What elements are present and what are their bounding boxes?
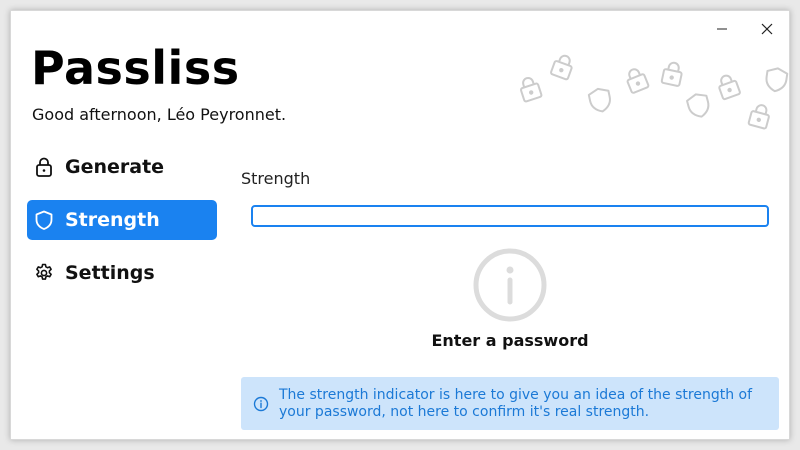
lock-icon <box>550 54 573 81</box>
close-icon <box>761 23 773 35</box>
password-input[interactable] <box>251 205 769 227</box>
sidebar-item-label: Strength <box>65 209 160 231</box>
info-message: The strength indicator is here to give y… <box>279 386 753 420</box>
strength-label: Strength <box>241 169 311 188</box>
lock-icon <box>718 74 741 101</box>
strength-status-text: Enter a password <box>431 331 589 350</box>
app-title: Passliss <box>31 41 240 95</box>
close-button[interactable] <box>749 17 785 41</box>
gear-icon <box>33 262 55 284</box>
minimize-icon <box>717 28 727 30</box>
info-icon <box>473 248 547 322</box>
sidebar-nav: Generate Strength Settings <box>27 147 217 306</box>
lock-icon <box>747 104 770 130</box>
lock-icon <box>626 68 650 94</box>
minimize-button[interactable] <box>704 17 740 41</box>
app-window: Passliss Good afternoon, Léo Peyronnet. … <box>10 10 790 440</box>
shield-icon <box>587 87 611 113</box>
lock-icon <box>519 77 543 103</box>
shield-icon <box>686 93 710 118</box>
sidebar-item-label: Settings <box>65 262 155 284</box>
sidebar-item-generate[interactable]: Generate <box>27 147 217 187</box>
shield-icon <box>765 67 789 93</box>
info-bar: The strength indicator is here to give y… <box>241 377 779 430</box>
decorative-icons-pattern <box>519 54 789 130</box>
sidebar-item-label: Generate <box>65 156 165 178</box>
lock-icon <box>33 156 55 178</box>
sidebar-item-strength[interactable]: Strength <box>27 200 217 240</box>
info-circle-icon <box>253 396 269 411</box>
shield-icon <box>33 209 55 231</box>
sidebar-item-settings[interactable]: Settings <box>27 253 217 293</box>
lock-icon <box>660 61 683 87</box>
greeting-text: Good afternoon, Léo Peyronnet. <box>32 105 287 124</box>
